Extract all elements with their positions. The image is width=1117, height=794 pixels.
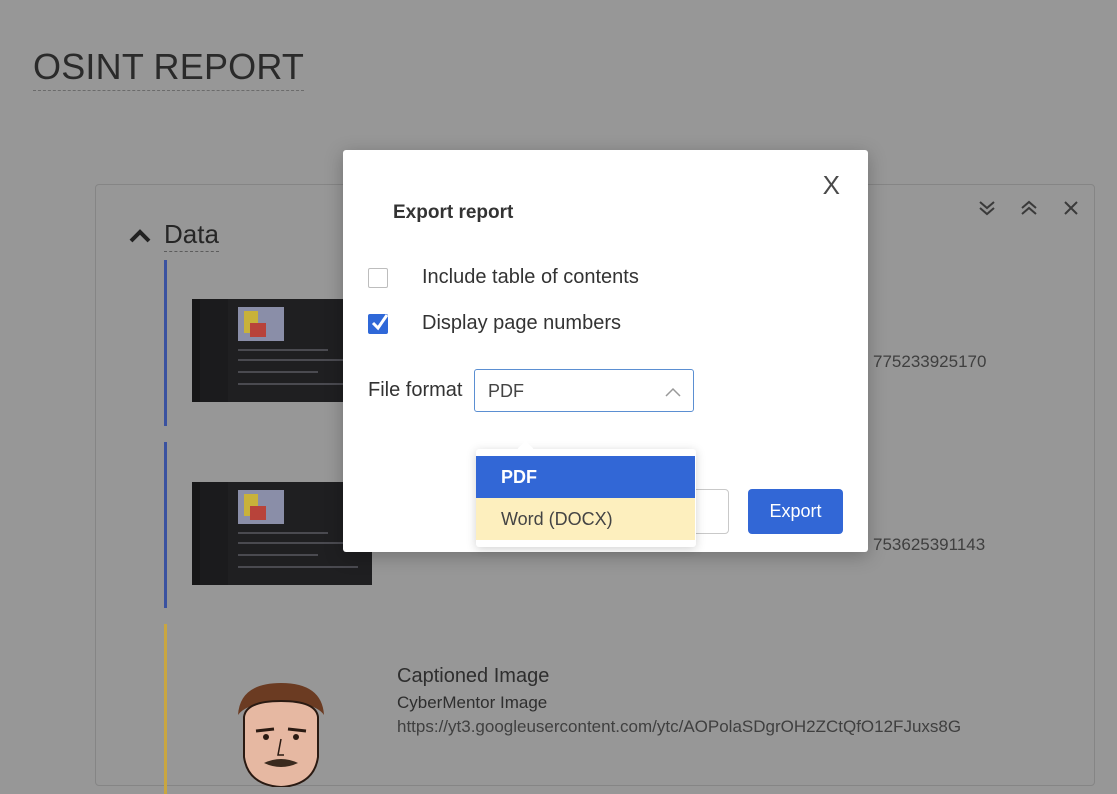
avatar[interactable] <box>226 677 336 789</box>
file-format-value: PDF <box>488 381 524 401</box>
display-page-numbers-checkbox[interactable] <box>368 313 389 334</box>
chevron-up-icon[interactable] <box>128 224 152 248</box>
include-toc-option[interactable]: Include table of contents <box>368 266 639 289</box>
expand-all-icon[interactable] <box>976 197 998 219</box>
entry-url[interactable]: https://yt3.googleusercontent.com/ytc/AO… <box>397 717 961 737</box>
chevron-up-icon <box>665 385 681 397</box>
include-toc-checkbox[interactable] <box>368 267 388 288</box>
file-format-option-docx[interactable]: Word (DOCX) <box>476 498 695 540</box>
data-section-header[interactable]: Data <box>128 219 219 252</box>
entry-id: 753625391143 <box>873 535 986 554</box>
entry-id: 775233925170 <box>873 352 987 371</box>
file-format-select[interactable]: PDF <box>474 369 694 412</box>
entry-title: Captioned Image <box>397 665 550 687</box>
close-button[interactable]: X <box>823 172 840 198</box>
entry-accent-bar <box>164 260 167 426</box>
file-format-dropdown: PDF Word (DOCX) <box>476 440 696 547</box>
display-page-numbers-option[interactable]: Display page numbers <box>368 312 621 335</box>
entry-accent-bar <box>164 624 167 794</box>
page-title: OSINT REPORT <box>33 46 305 91</box>
export-button[interactable]: Export <box>748 489 843 534</box>
dialog-title: Export report <box>393 202 514 223</box>
collapse-all-icon[interactable] <box>1018 197 1040 219</box>
data-section-label: Data <box>164 219 219 252</box>
include-toc-label: Include table of contents <box>422 266 639 288</box>
panel-toolbar <box>976 197 1082 219</box>
display-page-numbers-label: Display page numbers <box>422 312 621 334</box>
file-format-option-pdf[interactable]: PDF <box>476 456 695 498</box>
entry-subtitle: CyberMentor Image <box>397 693 548 712</box>
file-format-label: File format <box>368 379 463 401</box>
entry-accent-bar <box>164 442 167 608</box>
close-icon[interactable] <box>1060 197 1082 219</box>
